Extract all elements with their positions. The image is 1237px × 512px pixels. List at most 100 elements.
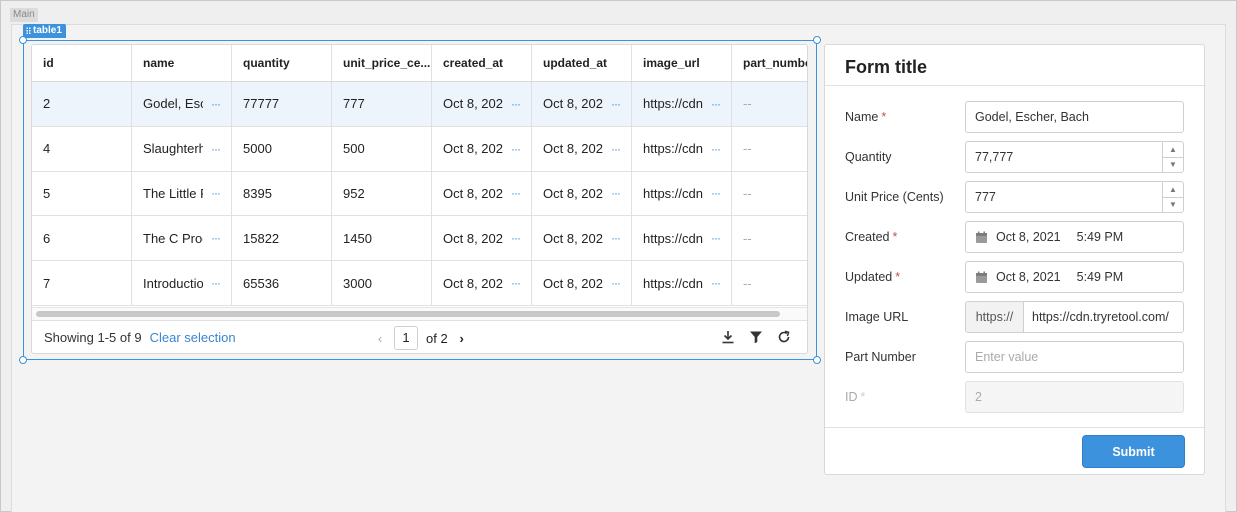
more-icon[interactable]: ···	[511, 231, 521, 245]
more-icon[interactable]: ···	[611, 97, 621, 111]
table-cell-quantity[interactable]: 77777	[232, 82, 332, 126]
more-icon[interactable]: ···	[711, 97, 721, 111]
resize-handle-top-left[interactable]	[19, 36, 27, 44]
download-icon[interactable]	[721, 329, 735, 345]
table-row[interactable]: 2Godel, Escher, Bach···77777777Oct 8, 20…	[32, 82, 807, 127]
table-cell-created-at[interactable]: Oct 8, 2021 ···	[432, 216, 532, 261]
quantity-stepper[interactable]: 77,777 ▲ ▼	[965, 141, 1184, 173]
created-datetime-field[interactable]: Oct 8, 2021 5:49 PM	[965, 221, 1184, 253]
column-header[interactable]: created_at	[432, 45, 532, 81]
table-cell-unit-price[interactable]: 1450	[332, 216, 432, 261]
table-cell-updated-at[interactable]: Oct 8, 2021 ···	[532, 171, 632, 216]
name-field[interactable]: Godel, Escher, Bach	[965, 101, 1184, 133]
chevron-left-icon[interactable]: ‹	[374, 331, 386, 346]
table-cell-unit-price[interactable]: 952	[332, 171, 432, 216]
chevron-up-icon[interactable]: ▲	[1163, 182, 1183, 198]
table-cell-part-number[interactable]: --	[732, 82, 807, 126]
table-cell-updated-at[interactable]: Oct 8, 2021 ···	[532, 82, 632, 126]
table-cell-part-number[interactable]: --	[732, 127, 807, 171]
table-cell-created-at[interactable]: Oct 8, 2021 ···	[432, 171, 532, 216]
table-cell-part-number[interactable]: --	[732, 261, 807, 305]
more-icon[interactable]: ···	[211, 231, 221, 245]
drag-grip-icon[interactable]	[26, 27, 31, 35]
more-icon[interactable]: ···	[211, 186, 221, 200]
table-cell-unit-price[interactable]: 500	[332, 126, 432, 171]
table-cell-unit-price[interactable]: 777	[332, 82, 432, 126]
table-cell-updated-at[interactable]: Oct 8, 2021 ···	[532, 261, 632, 305]
table-cell-id[interactable]: 2	[32, 82, 132, 126]
column-header[interactable]: quantity	[232, 45, 332, 81]
column-header[interactable]: updated_at	[532, 45, 632, 81]
submit-button[interactable]: Submit	[1082, 435, 1185, 468]
table-row[interactable]: 5 The Little Prince ··· 8395 952 Oct 8, 2021 ·…	[32, 171, 807, 217]
component-tag[interactable]: table1	[23, 24, 66, 38]
table-cell-image-url[interactable]: https://cdn.tryretool.com ···	[632, 82, 732, 126]
column-header[interactable]: unit_price_ce...	[332, 45, 432, 81]
table-row[interactable]: 6 The C Programming Language ··· 15822 1450 O…	[32, 216, 807, 262]
column-header[interactable]: id	[32, 45, 132, 81]
table-cell-name[interactable]: Godel, Escher, Bach ···	[132, 82, 232, 126]
image-url-field[interactable]: https:// https://cdn.tryretool.com/	[965, 301, 1184, 333]
table-cell-quantity[interactable]: 15822	[232, 216, 332, 261]
table-cell-created-at[interactable]: Oct 8, 2021 ···	[432, 126, 532, 171]
table-cell-updated-at[interactable]: Oct 8, 2021 ···	[532, 126, 632, 171]
column-header[interactable]: image_url	[632, 45, 732, 81]
table-cell-quantity[interactable]: 65536	[232, 261, 332, 305]
table-cell-id[interactable]: 5	[32, 171, 132, 216]
chevron-up-icon[interactable]: ▲	[1163, 142, 1183, 158]
table-cell-created-at[interactable]: Oct 8, 2021 ···	[432, 82, 532, 126]
horizontal-scrollbar[interactable]	[32, 307, 807, 320]
table-cell-part-number[interactable]: --	[732, 172, 807, 216]
chevron-right-icon[interactable]: ›	[456, 331, 468, 346]
table-cell-quantity[interactable]: 5000	[232, 126, 332, 171]
table-cell-name[interactable]: Introduction to Algorithms ···	[132, 261, 232, 305]
filter-icon[interactable]	[749, 329, 763, 345]
more-icon[interactable]: ···	[611, 231, 621, 245]
more-icon[interactable]: ···	[611, 186, 621, 200]
scrollbar-thumb[interactable]	[36, 311, 780, 317]
more-icon[interactable]: ···	[211, 276, 221, 290]
resize-handle-top-right[interactable]	[813, 36, 821, 44]
page-number-input[interactable]: 1	[394, 326, 418, 350]
table-row[interactable]: 4 Slaughterhouse-Five ··· 5000 500 Oct 8, 202…	[32, 126, 807, 172]
table-cell-id[interactable]: 6	[32, 216, 132, 261]
table-row[interactable]: 7 Introduction to Algorithms ··· 65536 3000 O…	[32, 261, 807, 306]
more-icon[interactable]: ···	[511, 97, 521, 111]
table-cell-quantity[interactable]: 8395	[232, 171, 332, 216]
more-icon[interactable]: ···	[611, 276, 621, 290]
more-icon[interactable]: ···	[211, 142, 221, 156]
more-icon[interactable]: ···	[211, 97, 221, 111]
table-cell-part-number[interactable]: --	[732, 216, 807, 260]
column-header[interactable]: part_numbe	[732, 45, 807, 81]
table-cell-id[interactable]: 4	[32, 126, 132, 171]
refresh-icon[interactable]	[777, 329, 791, 345]
resize-handle-bottom-left[interactable]	[19, 356, 27, 364]
table-cell-image-url[interactable]: https://cdn.tryretool.com ···	[632, 216, 732, 261]
more-icon[interactable]: ···	[611, 142, 621, 156]
resize-handle-bottom-right[interactable]	[813, 356, 821, 364]
chevron-down-icon[interactable]: ▼	[1163, 198, 1183, 213]
updated-datetime-field[interactable]: Oct 8, 2021 5:49 PM	[965, 261, 1184, 293]
chevron-down-icon[interactable]: ▼	[1163, 158, 1183, 173]
column-header[interactable]: name	[132, 45, 232, 81]
more-icon[interactable]: ···	[711, 231, 721, 245]
more-icon[interactable]: ···	[511, 276, 521, 290]
more-icon[interactable]: ···	[511, 142, 521, 156]
table-cell-name[interactable]: The C Programming Language ···	[132, 216, 232, 261]
unit-price-stepper[interactable]: 777 ▲ ▼	[965, 181, 1184, 213]
table-cell-updated-at[interactable]: Oct 8, 2021 ···	[532, 216, 632, 261]
table-cell-name[interactable]: Slaughterhouse-Five ···	[132, 126, 232, 171]
more-icon[interactable]: ···	[511, 186, 521, 200]
more-icon[interactable]: ···	[711, 276, 721, 290]
more-icon[interactable]: ···	[711, 186, 721, 200]
table-cell-unit-price[interactable]: 3000	[332, 261, 432, 305]
table-cell-image-url[interactable]: https://cdn.tryretool.com ···	[632, 126, 732, 171]
part-number-field[interactable]: Enter value	[965, 341, 1184, 373]
table-cell-created-at[interactable]: Oct 8, 2021 ···	[432, 261, 532, 305]
table-cell-image-url[interactable]: https://cdn.tryretool.com ···	[632, 171, 732, 216]
table-cell-image-url[interactable]: https://cdn.tryretool.com ···	[632, 261, 732, 305]
table-cell-name[interactable]: The Little Prince ···	[132, 171, 232, 216]
table-cell-id[interactable]: 7	[32, 261, 132, 305]
more-icon[interactable]: ···	[711, 142, 721, 156]
clear-selection-link[interactable]: Clear selection	[150, 330, 236, 345]
